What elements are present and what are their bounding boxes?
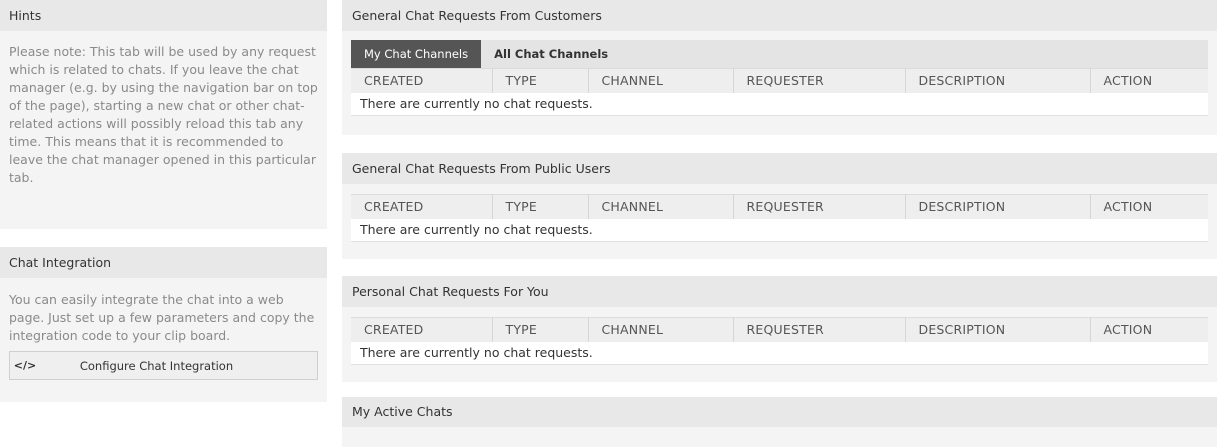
column-description[interactable]: DESCRIPTION xyxy=(905,317,1091,342)
column-action[interactable]: ACTION xyxy=(1090,317,1208,342)
customers-requests-panel: General Chat Requests From Customers My … xyxy=(342,0,1217,135)
column-type[interactable]: TYPE xyxy=(492,194,589,219)
column-type[interactable]: TYPE xyxy=(492,68,589,93)
customers-requests-title: General Chat Requests From Customers xyxy=(342,0,1217,31)
tab-my-chat-channels[interactable]: My Chat Channels xyxy=(351,40,482,68)
empty-message: There are currently no chat requests. xyxy=(351,92,1208,116)
column-created[interactable]: CREATED xyxy=(351,68,493,93)
column-requester[interactable]: REQUESTER xyxy=(733,194,906,219)
tab-all-chat-channels[interactable]: All Chat Channels xyxy=(481,40,621,68)
personal-requests-title: Personal Chat Requests For You xyxy=(342,276,1217,307)
public-requests-title: General Chat Requests From Public Users xyxy=(342,153,1217,184)
column-channel[interactable]: CHANNEL xyxy=(588,68,734,93)
column-description[interactable]: DESCRIPTION xyxy=(905,194,1091,219)
table-row: There are currently no chat requests. xyxy=(351,92,1208,116)
empty-message: There are currently no chat requests. xyxy=(351,341,1208,365)
hints-widget: Hints Please note: This tab will be used… xyxy=(0,0,327,229)
column-created[interactable]: CREATED xyxy=(351,194,493,219)
public-requests-table: CREATED TYPE CHANNEL REQUESTER DESCRIPTI… xyxy=(351,194,1208,242)
column-channel[interactable]: CHANNEL xyxy=(588,194,734,219)
public-requests-panel: General Chat Requests From Public Users … xyxy=(342,153,1217,259)
column-action[interactable]: ACTION xyxy=(1090,68,1208,93)
active-chats-title: My Active Chats xyxy=(342,397,1217,427)
chat-integration-widget: Chat Integration You can easily integrat… xyxy=(0,247,327,402)
configure-chat-integration-label: Configure Chat Integration xyxy=(79,358,234,373)
channel-tabs: My Chat Channels All Chat Channels xyxy=(351,40,1208,68)
chat-integration-title: Chat Integration xyxy=(0,247,327,278)
column-requester[interactable]: REQUESTER xyxy=(733,317,906,342)
table-row: There are currently no chat requests. xyxy=(351,218,1208,242)
table-row: There are currently no chat requests. xyxy=(351,341,1208,365)
personal-requests-panel: Personal Chat Requests For You CREATED T… xyxy=(342,276,1217,382)
personal-requests-table: CREATED TYPE CHANNEL REQUESTER DESCRIPTI… xyxy=(351,317,1208,365)
table-header-row: CREATED TYPE CHANNEL REQUESTER DESCRIPTI… xyxy=(351,317,1208,342)
column-action[interactable]: ACTION xyxy=(1090,194,1208,219)
chat-integration-text: You can easily integrate the chat into a… xyxy=(9,292,315,343)
empty-message: There are currently no chat requests. xyxy=(351,218,1208,242)
hints-title: Hints xyxy=(0,0,327,31)
column-type[interactable]: TYPE xyxy=(492,317,589,342)
column-channel[interactable]: CHANNEL xyxy=(588,317,734,342)
hints-text: Please note: This tab will be used by an… xyxy=(9,44,318,185)
column-created[interactable]: CREATED xyxy=(351,317,493,342)
configure-chat-integration-button[interactable]: </> Configure Chat Integration xyxy=(9,351,318,380)
customers-requests-table: CREATED TYPE CHANNEL REQUESTER DESCRIPTI… xyxy=(351,68,1208,116)
code-icon: </> xyxy=(13,359,37,372)
table-header-row: CREATED TYPE CHANNEL REQUESTER DESCRIPTI… xyxy=(351,68,1208,93)
table-header-row: CREATED TYPE CHANNEL REQUESTER DESCRIPTI… xyxy=(351,194,1208,219)
sidebar: Hints Please note: This tab will be used… xyxy=(0,0,327,402)
column-description[interactable]: DESCRIPTION xyxy=(905,68,1091,93)
column-requester[interactable]: REQUESTER xyxy=(733,68,906,93)
active-chats-panel: My Active Chats xyxy=(342,397,1217,447)
